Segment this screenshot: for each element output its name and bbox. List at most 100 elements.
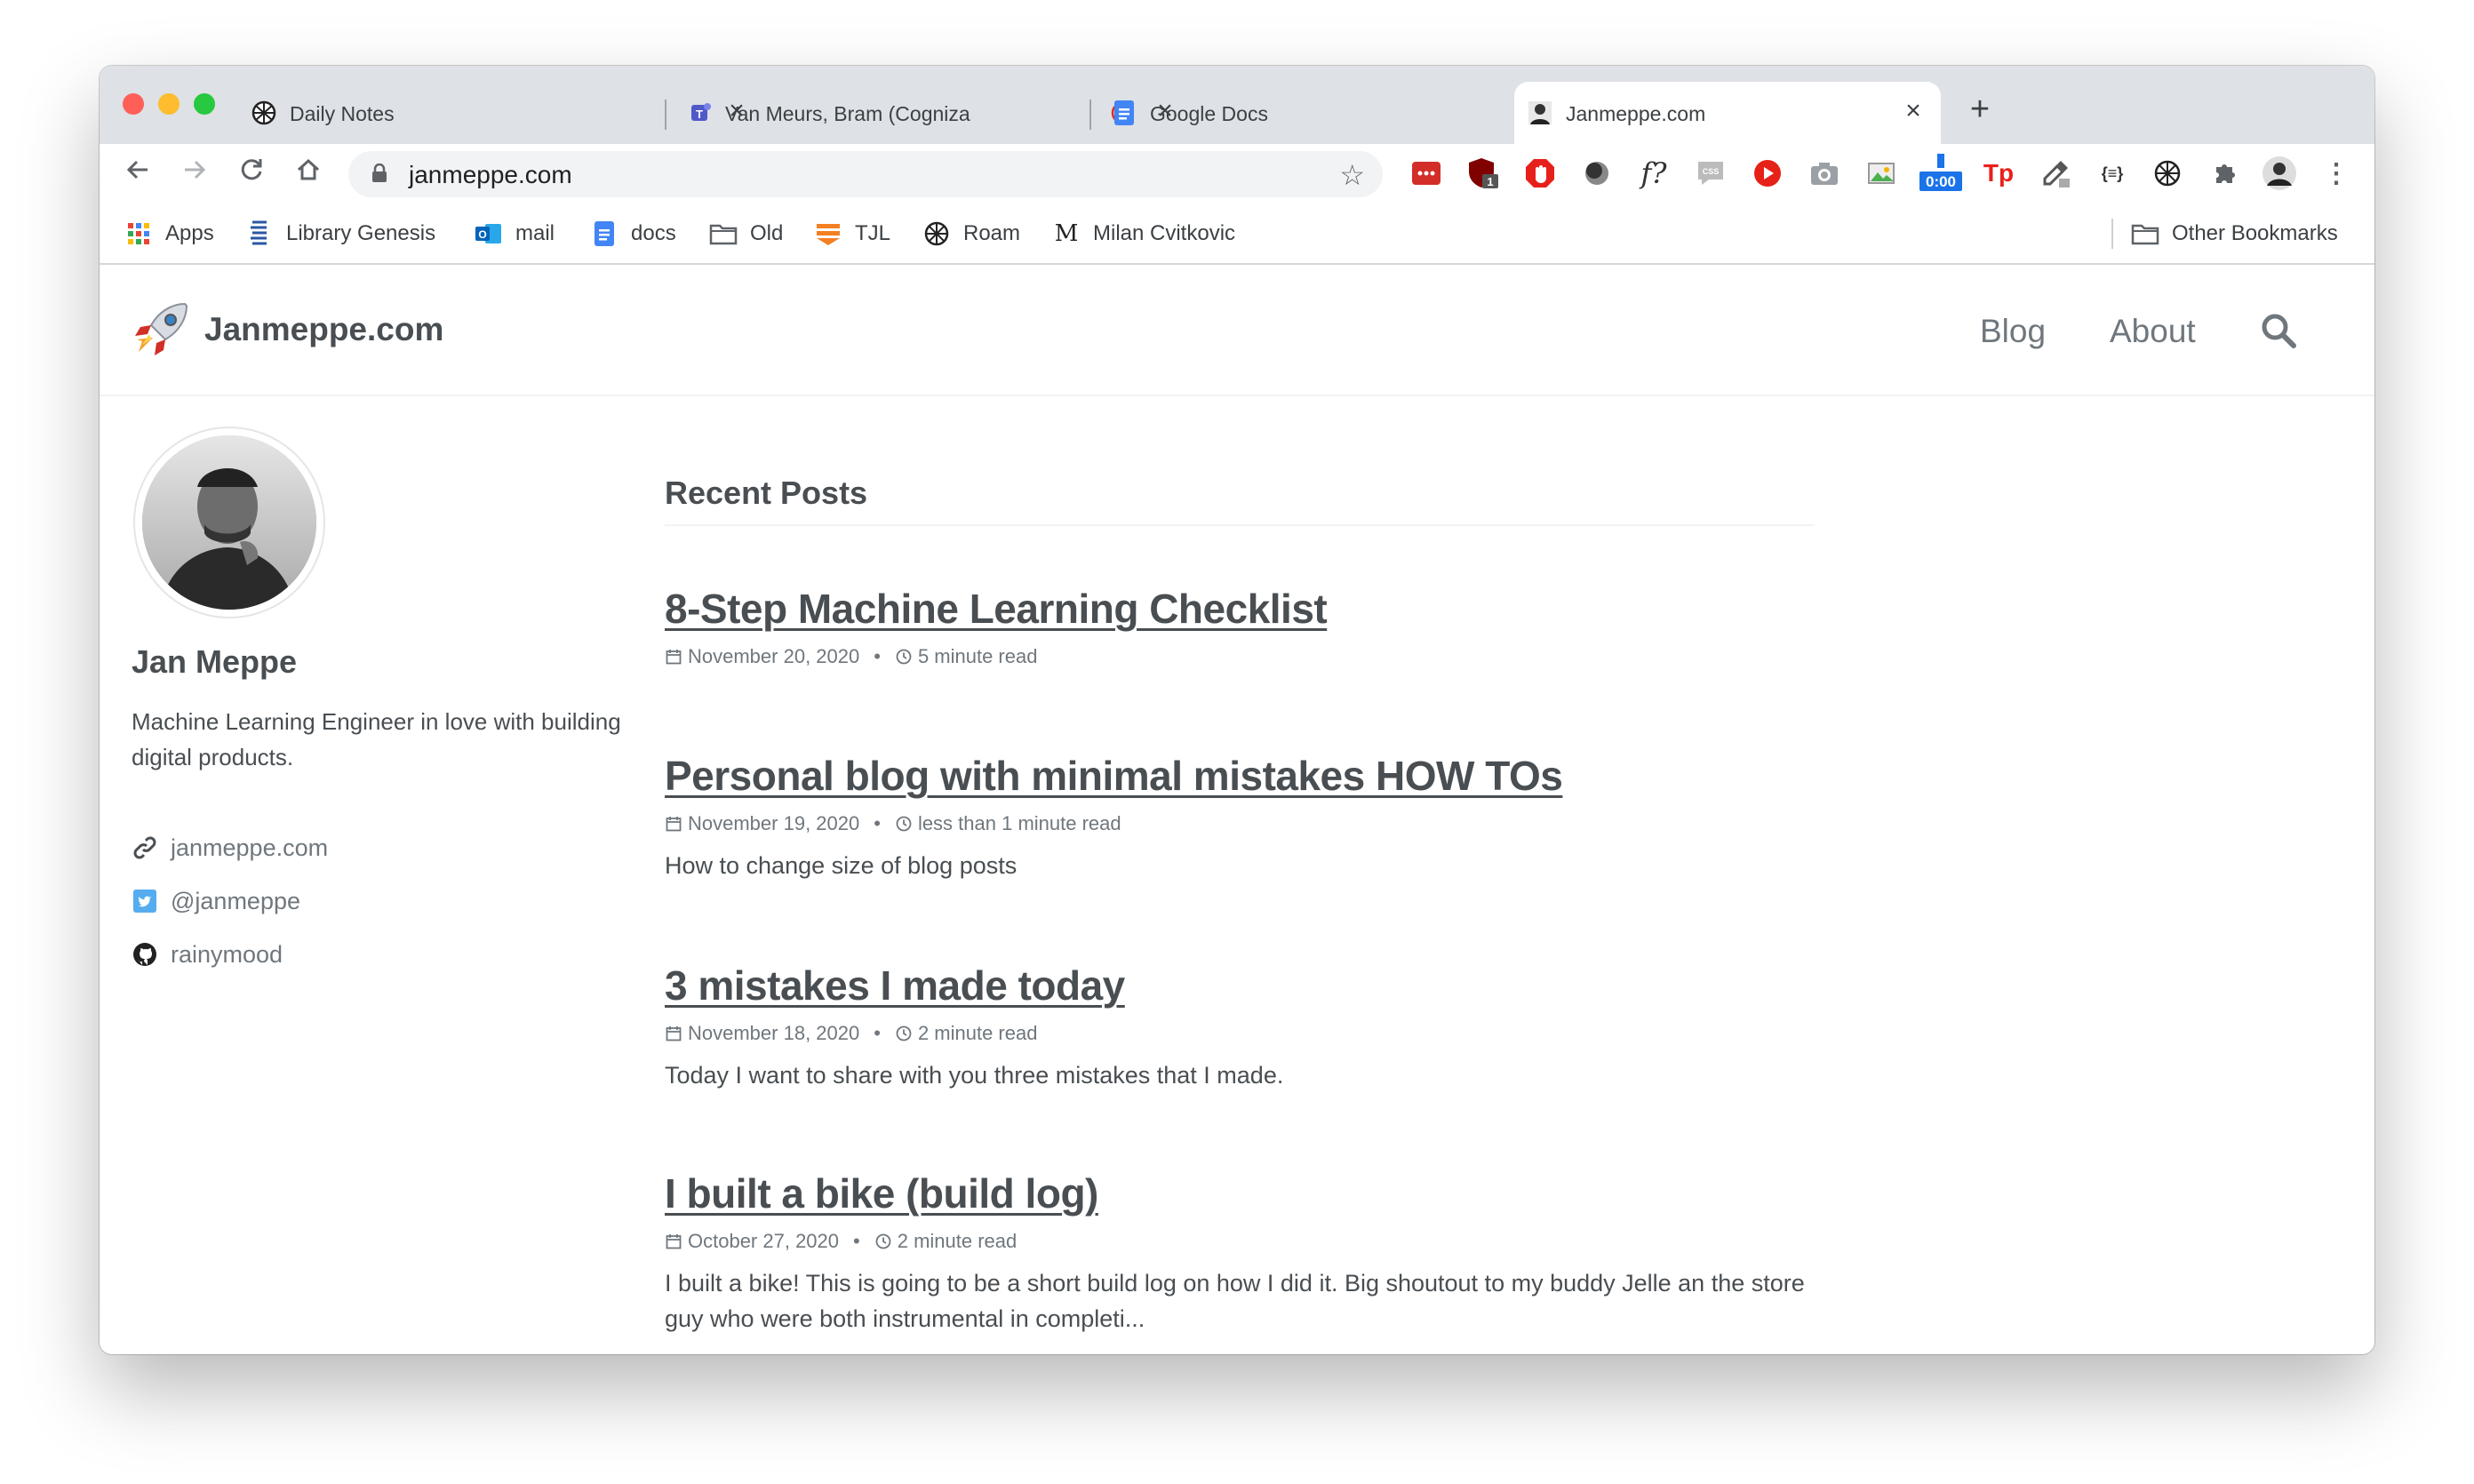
meta-bullet: •	[874, 812, 881, 834]
roam-icon[interactable]	[2149, 155, 2186, 192]
stack-icon	[814, 219, 842, 248]
docs-icon	[1111, 100, 1137, 126]
twitter-icon	[132, 888, 158, 914]
close-icon[interactable]: ×	[1898, 96, 1928, 126]
folder-icon	[709, 219, 738, 248]
post-title-link[interactable]: I built a bike (build log)	[665, 1169, 1820, 1217]
tab-janmeppe[interactable]: Janmeppe.com ×	[1514, 82, 1941, 144]
back-button[interactable]	[116, 151, 160, 195]
youtube-icon[interactable]	[1749, 155, 1786, 192]
bookmark-roam[interactable]: Roam	[922, 219, 1020, 249]
post-date: November 19, 2020	[688, 812, 860, 834]
gallery-icon[interactable]	[1863, 155, 1900, 192]
nav-about-link[interactable]: About	[2110, 313, 2196, 350]
clock-icon	[895, 648, 913, 666]
roam-icon	[922, 219, 951, 248]
zoom-window-button[interactable]	[194, 93, 215, 115]
menu-kebab-icon[interactable]: ⋮	[2318, 155, 2355, 192]
function-icon[interactable]: f?	[1635, 155, 1672, 192]
nav-blog-link[interactable]: Blog	[1980, 313, 2046, 350]
post-meta: November 20, 2020 • 5 minute read	[665, 645, 1820, 668]
section-divider	[665, 524, 1815, 526]
new-tab-button[interactable]: +	[1962, 92, 1998, 128]
post-excerpt: I built a bike! This is going to be a sh…	[665, 1270, 1805, 1332]
web-page: Janmeppe.com Blog About Jan Meppe Machin…	[100, 265, 2374, 1354]
bookmark-docs[interactable]: docs	[590, 219, 676, 249]
bookmark-label: Other Bookmarks	[2172, 221, 2338, 245]
tab-separator	[665, 100, 666, 130]
library-icon	[245, 219, 274, 248]
lastpass-icon[interactable]	[1408, 155, 1445, 192]
post-read-time: less than 1 minute read	[917, 812, 1121, 834]
bookmark-tjl[interactable]: TJL	[814, 219, 890, 249]
author-website-link[interactable]: janmeppe.com	[132, 832, 328, 864]
ublock-badge: 1	[1487, 175, 1493, 188]
author-github-link[interactable]: rainymood	[132, 938, 283, 970]
home-button[interactable]	[286, 151, 331, 195]
extensions-puzzle-icon[interactable]	[2206, 155, 2243, 192]
post-excerpt: How to change size of blog posts	[665, 852, 1018, 879]
post-item: I built a bike (build log) October 27, 2…	[665, 1169, 1820, 1336]
bookmarks-separator	[2111, 219, 2113, 249]
tp-icon[interactable]: Tp	[1980, 155, 2017, 192]
svg-text:CSS: CSS	[1703, 167, 1720, 176]
search-icon[interactable]	[2259, 311, 2298, 350]
meta-bullet: •	[853, 1230, 860, 1252]
author-avatar	[133, 427, 325, 618]
folder-icon	[2131, 219, 2159, 248]
author-bio: Machine Learning Engineer in love with b…	[132, 708, 621, 770]
svg-text:T: T	[696, 108, 703, 121]
clock-icon	[895, 815, 913, 833]
bookmark-milan-cvitkovic[interactable]: M Milan Cvitkovic	[1052, 219, 1235, 249]
rocket-logo-icon[interactable]	[132, 299, 192, 359]
post-title-link[interactable]: 8-Step Machine Learning Checklist	[665, 585, 1820, 633]
url-text[interactable]: janmeppe.com	[409, 161, 572, 189]
bookmark-label: Milan Cvitkovic	[1093, 221, 1236, 245]
post-date: November 18, 2020	[688, 1022, 860, 1044]
post-read-time: 2 minute read	[917, 1022, 1038, 1044]
bookmark-apps[interactable]: Apps	[124, 219, 214, 249]
clock-icon	[874, 1233, 892, 1250]
post-title-link[interactable]: 3 mistakes I made today	[665, 961, 1820, 1009]
meta-bullet: •	[874, 645, 881, 667]
ublock-icon[interactable]: 1	[1464, 155, 1502, 192]
post-read-time: 5 minute read	[917, 645, 1038, 667]
lock-icon	[372, 164, 387, 182]
github-icon	[132, 941, 158, 968]
bookmark-library-genesis[interactable]: Library Genesis	[245, 219, 435, 249]
svg-text:O: O	[478, 228, 486, 241]
json-formatter-icon[interactable]: {≡}	[2094, 155, 2131, 192]
meta-bullet: •	[874, 1022, 881, 1044]
profile-avatar-icon[interactable]	[2261, 155, 2298, 192]
link-icon	[132, 834, 158, 861]
calendar-icon	[665, 815, 682, 833]
post-item: Personal blog with minimal mistakes HOW …	[665, 752, 1820, 883]
bookmark-mail[interactable]: O mail	[475, 219, 555, 249]
bookmark-star-icon[interactable]: ☆	[1339, 158, 1365, 192]
site-title[interactable]: Janmeppe.com	[204, 311, 443, 348]
author-twitter-link[interactable]: @janmeppe	[132, 885, 300, 917]
address-bar[interactable]: janmeppe.com ☆	[348, 151, 1383, 197]
other-bookmarks[interactable]: Other Bookmarks	[2131, 219, 2338, 249]
tab-title: Google Docs	[1150, 102, 1268, 125]
bookmark-old[interactable]: Old	[709, 219, 783, 249]
camera-icon[interactable]	[1806, 155, 1843, 192]
reload-button[interactable]	[229, 151, 274, 195]
timer-extension-icon[interactable]: 0:00	[1918, 154, 1964, 192]
eyedropper-icon[interactable]	[2037, 155, 2074, 192]
browser-window: Daily Notes × T Van Meurs, Bram (Cogniza…	[100, 66, 2374, 1354]
bookmark-label: Library Genesis	[286, 221, 436, 245]
minimize-window-button[interactable]	[158, 93, 180, 115]
post-title-link[interactable]: Personal blog with minimal mistakes HOW …	[665, 752, 1820, 800]
close-window-button[interactable]	[123, 93, 144, 115]
css-viewer-icon[interactable]: CSS	[1692, 155, 1729, 192]
bookmark-label: Apps	[165, 221, 214, 245]
calendar-icon	[665, 1233, 682, 1250]
dark-reader-icon[interactable]	[1578, 155, 1616, 192]
post-date: November 20, 2020	[688, 645, 860, 667]
post-meta: November 19, 2020 • less than 1 minute r…	[665, 812, 1820, 835]
avatar-photo	[142, 435, 316, 610]
forward-button[interactable]	[172, 151, 217, 195]
adblock-icon[interactable]	[1521, 155, 1559, 192]
tab-separator	[1089, 100, 1091, 130]
